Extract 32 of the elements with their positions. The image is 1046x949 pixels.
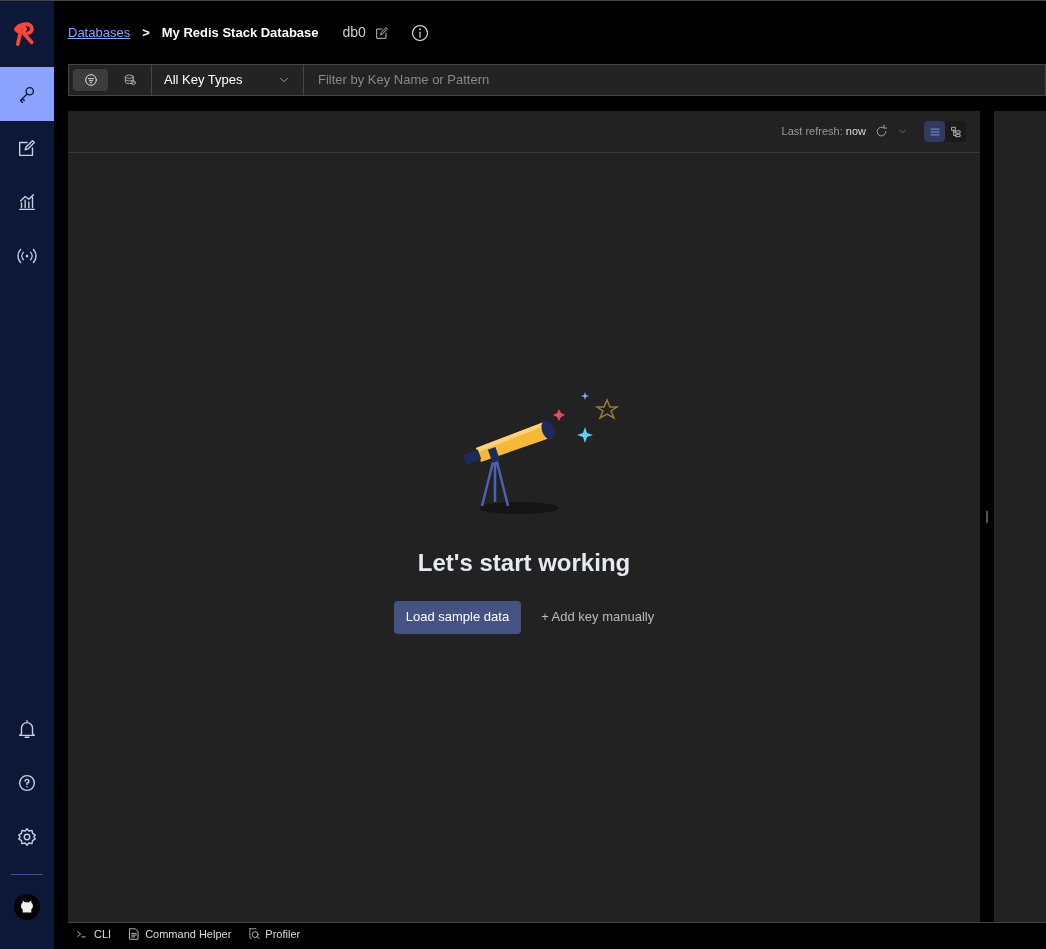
empty-state-title: Let's start working — [417, 547, 631, 578]
profiler-tab[interactable]: Profiler — [247, 925, 301, 943]
databases-link[interactable]: Databases — [68, 22, 131, 43]
breadcrumb-separator: > — [141, 23, 151, 42]
filter-mode-button[interactable] — [73, 69, 108, 91]
filter-icon — [82, 72, 99, 88]
info-button[interactable] — [409, 22, 430, 43]
edit-icon — [373, 24, 390, 41]
profiler-icon — [247, 927, 262, 941]
resize-handle[interactable] — [986, 510, 988, 523]
refresh-icon — [874, 124, 889, 139]
last-refresh-label: Last refresh: now — [781, 124, 866, 140]
edit-button[interactable] — [373, 24, 390, 41]
tree-view-icon — [948, 124, 963, 139]
document-icon — [127, 927, 142, 941]
edit-icon — [16, 137, 38, 159]
helper-tab[interactable]: Command Helper — [127, 925, 232, 943]
bell-icon — [16, 718, 38, 740]
database-name: My Redis Stack Database — [161, 23, 319, 42]
key-type-dropdown[interactable]: All Key Types — [152, 64, 304, 96]
settings-icon — [16, 826, 38, 848]
github-icon — [14, 894, 40, 920]
key-filter-input[interactable]: Filter by Key Name or Pattern — [304, 64, 1046, 96]
chart-icon — [16, 191, 38, 213]
load-sample-data-button[interactable]: Load sample data — [393, 600, 522, 634]
help-icon — [16, 772, 38, 794]
info-icon — [409, 22, 430, 43]
add-key-manually-button[interactable]: + Add key manually — [541, 607, 655, 627]
list-view-button[interactable] — [924, 121, 945, 142]
cli-tab[interactable]: CLI — [76, 925, 112, 943]
refresh-button[interactable] — [874, 124, 889, 139]
database-index: db0 — [342, 23, 366, 42]
